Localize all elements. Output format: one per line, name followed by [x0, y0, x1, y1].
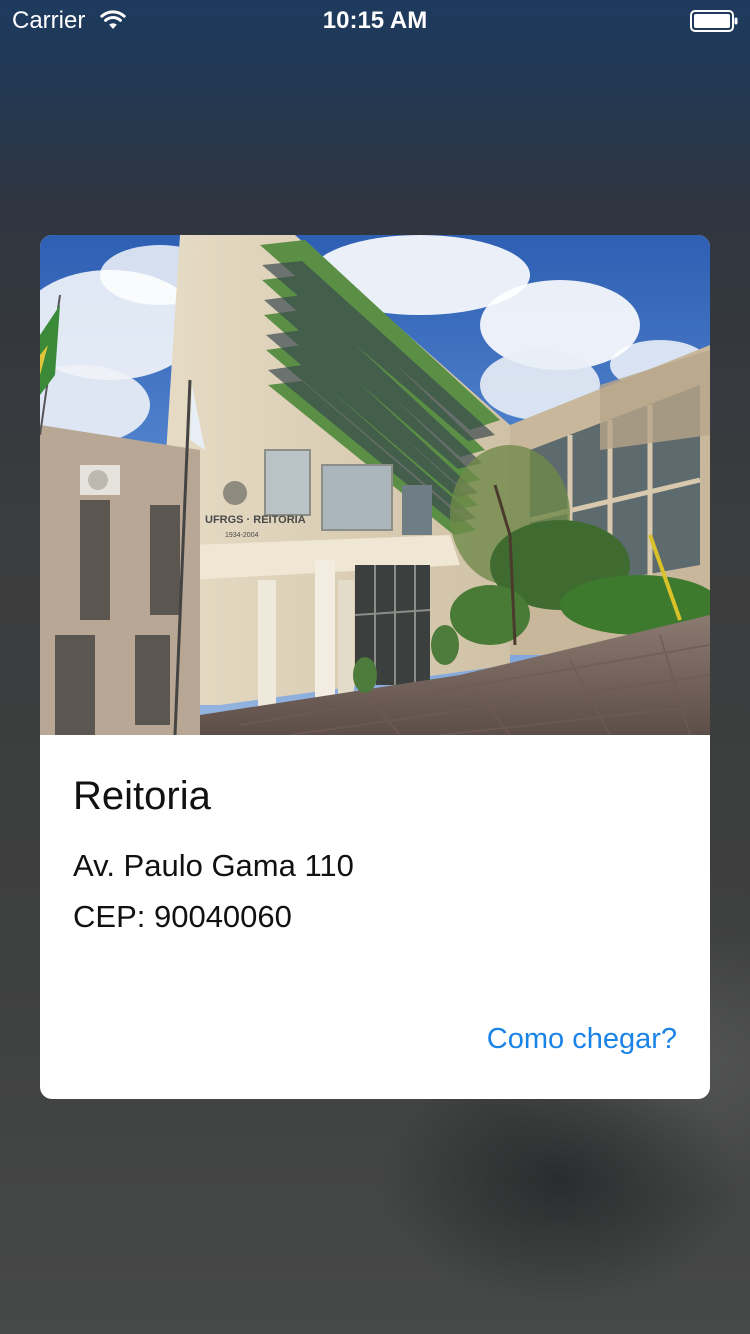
status-time: 10:15 AM — [322, 7, 428, 34]
building-sign-years: 1934-2004 — [225, 532, 259, 539]
battery-icon — [690, 10, 738, 32]
place-address: Av. Paulo Gama 110 — [73, 848, 354, 883]
screen: Carrier 10:15 AM UFRGS · REITORIA 1934-2… — [0, 0, 750, 1334]
status-bar: Carrier 10:15 AM — [0, 0, 750, 40]
directions-link[interactable]: Como chegar? — [487, 1021, 677, 1057]
location-card: UFRGS · REITORIA 1934-2004 Reitoria Av. … — [40, 235, 710, 1099]
place-cep: CEP: 90040060 — [73, 899, 292, 934]
place-title: Reitoria — [73, 774, 211, 818]
building-sign: UFRGS · REITORIA — [205, 514, 306, 526]
building-photo: UFRGS · REITORIA 1934-2004 — [40, 235, 710, 735]
